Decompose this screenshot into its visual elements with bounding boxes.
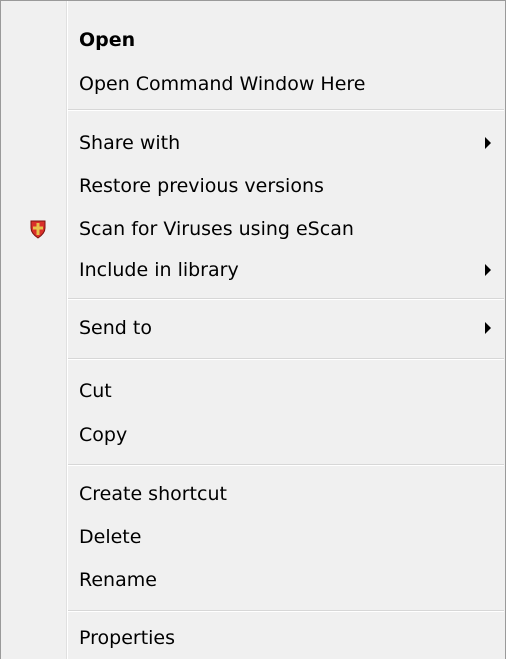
menu-item-label: Include in library bbox=[79, 259, 239, 281]
menu-item-restore-previous-versions[interactable]: Restore previous versions bbox=[3, 165, 503, 207]
escan-shield-icon bbox=[28, 219, 48, 239]
menu-item-properties[interactable]: Properties bbox=[3, 617, 503, 659]
menu-separator bbox=[68, 358, 504, 360]
menu-separator bbox=[68, 109, 504, 111]
menu-item-label: Rename bbox=[79, 569, 157, 591]
menu-item-cut[interactable]: Cut bbox=[3, 370, 503, 412]
menu-item-label: Send to bbox=[79, 317, 152, 339]
submenu-arrow-icon bbox=[485, 137, 491, 149]
menu-separator bbox=[68, 298, 504, 300]
menu-item-label: Properties bbox=[79, 627, 176, 649]
context-menu: Open Open Command Window Here Share with… bbox=[0, 0, 506, 659]
menu-item-open-command-window-here[interactable]: Open Command Window Here bbox=[3, 63, 503, 105]
menu-item-share-with[interactable]: Share with bbox=[3, 122, 503, 164]
menu-item-label: Cut bbox=[79, 380, 112, 402]
submenu-arrow-icon bbox=[485, 322, 491, 334]
menu-separator bbox=[68, 464, 504, 466]
menu-item-send-to[interactable]: Send to bbox=[3, 307, 503, 349]
menu-item-rename[interactable]: Rename bbox=[3, 559, 503, 601]
menu-item-scan-for-viruses[interactable]: Scan for Viruses using eScan bbox=[3, 208, 503, 250]
menu-item-delete[interactable]: Delete bbox=[3, 516, 503, 558]
menu-item-create-shortcut[interactable]: Create shortcut bbox=[3, 473, 503, 515]
menu-item-label: Copy bbox=[79, 424, 128, 446]
menu-item-label: Open Command Window Here bbox=[79, 73, 366, 95]
menu-item-include-in-library[interactable]: Include in library bbox=[3, 249, 503, 291]
submenu-arrow-icon bbox=[485, 264, 491, 276]
menu-item-open[interactable]: Open bbox=[3, 19, 503, 61]
menu-item-label: Share with bbox=[79, 132, 181, 154]
menu-item-label: Restore previous versions bbox=[79, 175, 324, 197]
menu-item-copy[interactable]: Copy bbox=[3, 414, 503, 456]
menu-item-label: Open bbox=[79, 29, 136, 51]
menu-item-label: Create shortcut bbox=[79, 483, 227, 505]
menu-item-label: Scan for Viruses using eScan bbox=[79, 218, 354, 240]
menu-separator bbox=[68, 610, 504, 612]
menu-item-label: Delete bbox=[79, 526, 142, 548]
